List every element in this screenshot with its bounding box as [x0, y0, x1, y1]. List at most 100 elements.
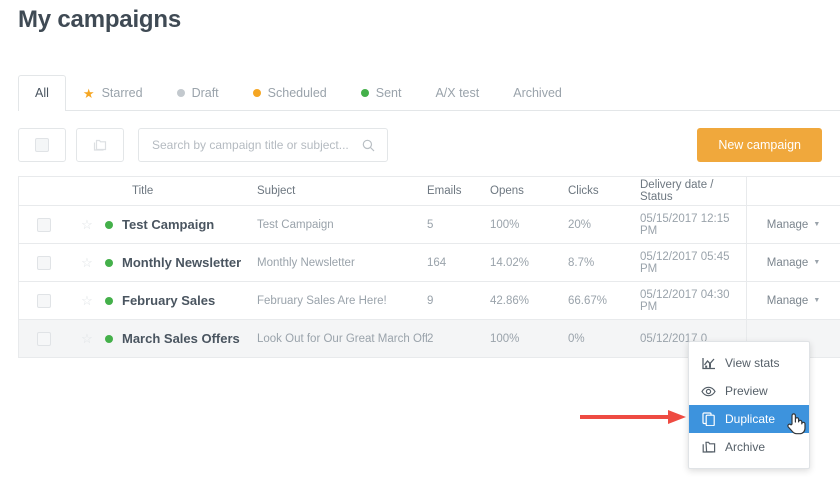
table-row[interactable]: ☆ February Sales February Sales Are Here… [19, 282, 840, 320]
campaign-opens: 42.86% [490, 294, 530, 307]
campaign-title[interactable]: March Sales Offers [122, 331, 240, 346]
campaign-title[interactable]: Monthly Newsletter [122, 255, 241, 270]
menu-item-view-stats[interactable]: View stats [689, 349, 809, 377]
tab-label: Sent [375, 86, 402, 100]
row-checkbox[interactable] [37, 331, 51, 346]
header-delivery: Delivery date / Status [640, 179, 714, 203]
tab-label: A/X test [435, 86, 480, 100]
campaign-title[interactable]: Test Campaign [122, 217, 214, 232]
star-outline-icon[interactable]: ☆ [81, 256, 93, 269]
row-title-cell: Test Campaign [105, 217, 257, 232]
campaign-delivery: 05/12/2017 04:30 PM [640, 288, 730, 313]
row-title-cell: March Sales Offers [105, 331, 257, 346]
row-star-cell: ☆ [69, 256, 105, 269]
header-title: Title [132, 185, 154, 197]
tab-label: All [35, 86, 49, 100]
star-outline-icon[interactable]: ☆ [81, 332, 93, 345]
manage-label: Manage [766, 294, 809, 307]
orange-dot-icon [252, 89, 261, 97]
row-star-cell: ☆ [69, 294, 105, 307]
row-title-cell: February Sales [105, 293, 257, 308]
menu-item-label: Preview [725, 384, 768, 398]
annotation-arrow [578, 408, 688, 431]
manage-label: Manage [766, 256, 809, 269]
campaign-clicks: 8.7% [568, 256, 595, 269]
campaigns-table: Title Subject Emails Opens Clicks Delive… [18, 176, 840, 358]
campaign-emails: 2 [427, 332, 434, 345]
row-title-cell: Monthly Newsletter [105, 255, 257, 270]
header-opens: Opens [490, 185, 524, 197]
green-dot-icon [105, 258, 113, 267]
campaign-clicks: 0% [568, 332, 585, 345]
campaign-emails: 164 [427, 256, 447, 269]
tab-archived[interactable]: Archived [496, 75, 579, 110]
campaign-clicks: 66.67% [568, 294, 608, 307]
tab-label: Scheduled [267, 86, 327, 100]
manage-button[interactable]: Manage ▼ [746, 282, 840, 319]
campaign-opens: 14.02% [490, 256, 530, 269]
campaign-emails: 5 [427, 218, 434, 231]
header-clicks: Clicks [568, 185, 599, 197]
campaign-emails: 9 [427, 294, 434, 307]
row-checkbox[interactable] [37, 293, 51, 308]
chevron-down-icon: ▼ [813, 221, 821, 228]
row-checkbox-cell [19, 255, 69, 270]
campaigns-page: My campaigns All ★ Starred Draft Schedul… [0, 0, 840, 500]
campaign-opens: 100% [490, 332, 520, 345]
green-dot-icon [105, 334, 113, 343]
campaign-opens: 100% [490, 218, 520, 231]
star-outline-icon[interactable]: ☆ [81, 294, 93, 307]
star-outline-icon[interactable]: ☆ [81, 218, 93, 231]
campaign-subject: February Sales Are Here! [257, 294, 387, 307]
tab-label: Archived [513, 86, 562, 100]
table-header-row: Title Subject Emails Opens Clicks Delive… [19, 177, 840, 206]
row-star-cell: ☆ [69, 218, 105, 231]
tab-scheduled[interactable]: Scheduled [236, 75, 344, 110]
copy-icon [701, 412, 716, 426]
tab-all[interactable]: All [18, 75, 66, 111]
tab-draft[interactable]: Draft [160, 75, 236, 110]
manage-button[interactable]: Manage ▼ [746, 244, 840, 281]
tab-ax-test[interactable]: A/X test [418, 75, 496, 110]
campaign-delivery: 05/12/2017 05:45 PM [640, 250, 730, 275]
campaigns-toolbar: Search by campaign title or subject... N… [18, 128, 822, 162]
menu-item-label: Duplicate [725, 412, 776, 426]
tab-starred[interactable]: ★ Starred [66, 75, 160, 110]
tab-label: Starred [101, 86, 143, 100]
menu-item-preview[interactable]: Preview [689, 377, 809, 405]
row-checkbox[interactable] [37, 217, 51, 232]
header-emails: Emails [427, 185, 462, 197]
page-title: My campaigns [18, 6, 181, 33]
search-placeholder: Search by campaign title or subject... [152, 138, 349, 152]
search-input[interactable]: Search by campaign title or subject... [138, 128, 388, 162]
select-all-button[interactable] [18, 128, 66, 162]
campaign-subject: Monthly Newsletter [257, 256, 355, 269]
gray-dot-icon [176, 89, 185, 97]
chevron-down-icon: ▼ [813, 297, 821, 304]
tab-sent[interactable]: Sent [344, 75, 419, 110]
checkbox-icon [35, 138, 49, 152]
tab-label: Draft [191, 86, 219, 100]
header-subject: Subject [257, 185, 296, 197]
campaign-delivery: 05/15/2017 12:15 PM [640, 212, 730, 237]
table-row[interactable]: ☆ Test Campaign Test Campaign 5 100% 20%… [19, 206, 840, 244]
manage-button[interactable]: Manage ▼ [746, 206, 840, 243]
new-campaign-button[interactable]: New campaign [697, 128, 822, 162]
table-row[interactable]: ☆ Monthly Newsletter Monthly Newsletter … [19, 244, 840, 282]
row-star-cell: ☆ [69, 332, 105, 345]
manage-label: Manage [766, 218, 809, 231]
mouse-cursor [786, 411, 808, 442]
row-checkbox[interactable] [37, 255, 51, 270]
campaign-title[interactable]: February Sales [122, 293, 215, 308]
move-to-folder-button[interactable] [76, 128, 124, 162]
search-icon[interactable] [362, 139, 387, 152]
campaign-clicks: 20% [568, 218, 592, 231]
row-checkbox-cell [19, 331, 69, 346]
green-dot-icon [105, 296, 113, 305]
manage-dropdown-menu: View stats Preview Duplicate Archive [688, 341, 810, 469]
chevron-down-icon: ▼ [813, 259, 821, 266]
chart-icon [701, 357, 716, 370]
header-manage-cell [746, 177, 840, 205]
row-checkbox-cell [19, 217, 69, 232]
campaign-subject: Look Out for Our Great March Off... [257, 332, 427, 345]
